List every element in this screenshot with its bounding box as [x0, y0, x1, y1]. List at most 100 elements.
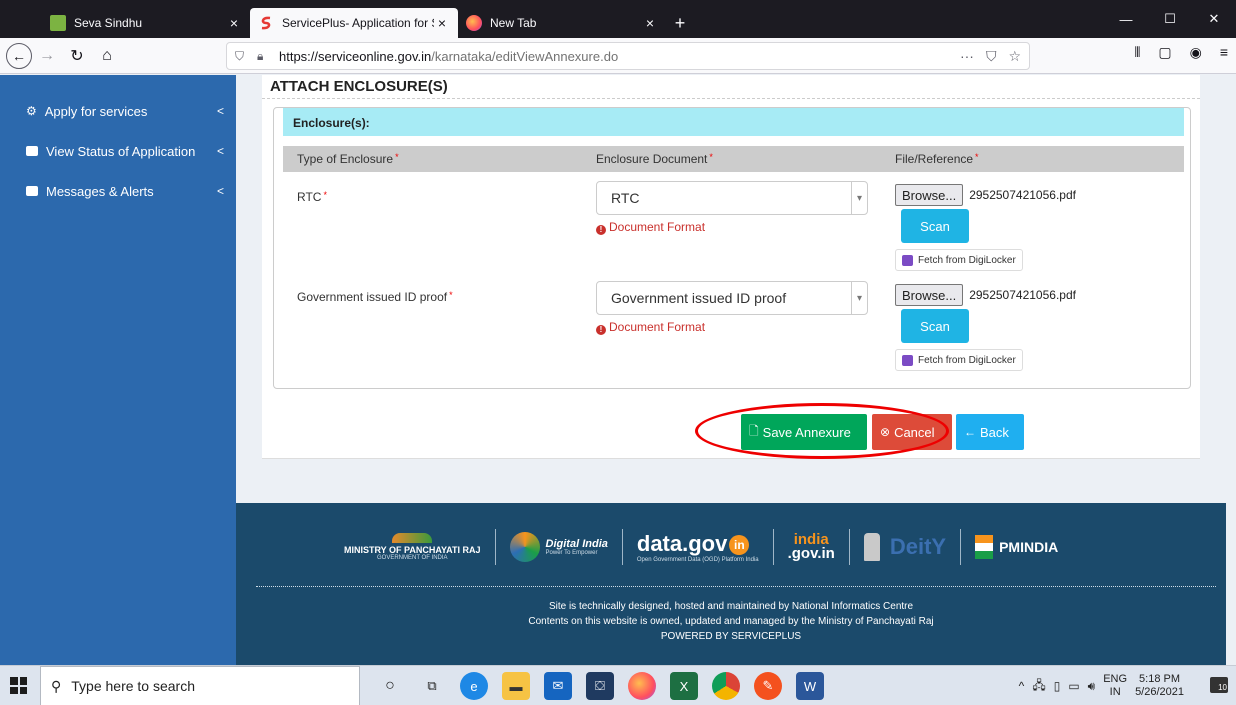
serviceplus-favicon-icon	[258, 15, 274, 31]
info-icon: !	[596, 325, 606, 335]
address-bar[interactable]: ⛉ 🔒︎ https://serviceonline.gov.in/karnat…	[226, 42, 1030, 70]
new-tab-button[interactable]: +	[666, 8, 694, 38]
file-explorer-icon[interactable]: ▬	[502, 672, 530, 700]
arrow-left-icon: ←	[964, 425, 976, 439]
scan-button[interactable]: Scan	[901, 209, 969, 243]
close-window-icon[interactable]: ✕	[1192, 0, 1236, 38]
taskbar-apps: ○ ⧉ e ▬ ✉ ⛋ X ✎ W	[376, 672, 824, 700]
home-icon[interactable]: ⌂	[92, 42, 122, 70]
highlight-annotation	[695, 403, 949, 459]
page-title: ATTACH ENCLOSURE(S)	[262, 75, 1200, 99]
fetch-digilocker-button[interactable]: Fetch from DigiLocker	[895, 249, 1023, 271]
clock[interactable]: 5:18 PM 5/26/2021	[1135, 673, 1184, 699]
file-input-rtc[interactable]: Browse... 2952507421056.pdf	[895, 184, 1076, 206]
sidebar-item-view-status[interactable]: View Status of Application <	[0, 131, 236, 171]
column-header-document: Enclosure Document *	[596, 152, 713, 166]
input-language[interactable]: ENG IN	[1103, 673, 1127, 699]
close-icon[interactable]: ×	[434, 15, 450, 31]
file-input-id-proof[interactable]: Browse... 2952507421056.pdf	[895, 284, 1076, 306]
network-icon[interactable]: 🖧︎	[1032, 676, 1045, 697]
tablet-icon[interactable]: ▯	[1054, 679, 1061, 693]
chevron-left-icon: <	[216, 104, 224, 118]
battery-icon[interactable]: ▭	[1068, 679, 1079, 693]
maximize-icon[interactable]: ☐	[1148, 0, 1192, 38]
partner-logos: MINISTRY OF PANCHAYATI RAJ GOVERNMENT OF…	[332, 523, 1172, 571]
bookmark-star-icon[interactable]: ☆	[1008, 48, 1021, 65]
library-icon[interactable]: ⫴	[1134, 44, 1140, 61]
panchayati-emblem-icon	[392, 533, 433, 543]
system-tray: ^ 🖧︎ ▯ ▭ 🔊︎ ENG IN 5:18 PM 5/26/2021	[1019, 672, 1184, 700]
tab-new-tab[interactable]: New Tab ×	[458, 8, 666, 38]
panchayati-raj-logo[interactable]: MINISTRY OF PANCHAYATI RAJ GOVERNMENT OF…	[332, 523, 493, 571]
attach-enclosure-panel: ATTACH ENCLOSURE(S) Enclosure(s): Type o…	[262, 75, 1200, 459]
tab-title: ServicePlus- Application for Se	[282, 16, 434, 30]
mail-icon[interactable]: ✉	[544, 672, 572, 700]
forward-arrow-icon[interactable]: →	[32, 42, 62, 70]
file-name: 2952507421056.pdf	[969, 188, 1076, 202]
national-emblem-icon	[863, 533, 880, 561]
enclosure-row-label-id-proof: Government issued ID proof *	[297, 290, 453, 304]
scan-button[interactable]: Scan	[901, 309, 969, 343]
edge-icon[interactable]: e	[460, 672, 488, 700]
tab-title: Seva Sindhu	[74, 16, 143, 30]
pen-app-icon[interactable]: ✎	[754, 672, 782, 700]
firefox-favicon-icon	[466, 15, 482, 31]
enclosure-document-select-id-proof[interactable]: Government issued ID proof ▾	[596, 281, 868, 315]
sidebar-toggle-icon[interactable]: ▢	[1158, 44, 1171, 61]
logo-divider	[494, 529, 496, 565]
pocket-icon[interactable]: ⛉	[986, 48, 997, 65]
column-header-type: Type of Enclosure *	[297, 152, 399, 166]
chevron-down-icon: ▾	[851, 282, 867, 314]
india-gov-logo[interactable]: india .gov.in	[776, 523, 847, 571]
document-format-link[interactable]: ! Document Format	[596, 320, 705, 335]
data-gov-logo[interactable]: data.gov in Open Government Data (OGD) Pl…	[625, 523, 771, 571]
cogs-icon: ⚙︎	[26, 104, 37, 118]
firefox-icon[interactable]	[628, 672, 656, 700]
chrome-icon[interactable]	[712, 672, 740, 700]
close-icon[interactable]: ×	[226, 15, 242, 31]
back-button[interactable]: ← Back	[956, 414, 1024, 450]
browse-button[interactable]: Browse...	[895, 284, 964, 306]
emblem-flag-icon	[975, 535, 994, 559]
close-icon[interactable]: ×	[642, 15, 658, 31]
seva-sindhu-favicon-icon	[50, 15, 66, 31]
pmindia-logo[interactable]: PMINDIA	[963, 523, 1070, 571]
shield-icon[interactable]: ⛉	[235, 49, 253, 64]
page-actions-icon[interactable]: ···	[960, 48, 974, 65]
account-icon[interactable]: ◉	[1190, 44, 1202, 61]
volume-icon[interactable]: 🔊︎	[1088, 679, 1096, 694]
excel-icon[interactable]: X	[670, 672, 698, 700]
sidebar-item-messages-alerts[interactable]: Messages & Alerts <	[0, 171, 236, 211]
browse-button[interactable]: Browse...	[895, 184, 964, 206]
notifications-icon[interactable]: 10	[1210, 677, 1228, 693]
logo-divider	[848, 529, 850, 565]
enclosure-table-header: Type of Enclosure * Enclosure Document * F…	[283, 146, 1184, 172]
taskbar-search-input[interactable]: ⚲ Type here to search	[40, 666, 360, 705]
store-icon[interactable]: ⛋	[586, 672, 614, 700]
sidebar-item-apply-for-services[interactable]: ⚙︎ Apply for services <	[0, 91, 236, 131]
chevron-up-icon[interactable]: ^	[1019, 679, 1025, 693]
minimize-icon[interactable]: —	[1104, 0, 1148, 38]
footer-divider	[256, 586, 1216, 587]
cortana-icon[interactable]: ○	[376, 672, 404, 700]
menu-icon[interactable]: ≡	[1220, 44, 1228, 61]
enclosure-document-select-rtc[interactable]: RTC ▾	[596, 181, 868, 215]
enclosure-box-title: Enclosure(s):	[283, 108, 1184, 136]
url-text[interactable]: https://serviceonline.gov.in/karnataka/e…	[279, 49, 960, 64]
deity-logo[interactable]: DeitY	[852, 523, 958, 571]
digilocker-icon	[902, 354, 913, 366]
task-view-icon[interactable]: ⧉	[418, 672, 446, 700]
enclosure-box: Enclosure(s): Type of Enclosure * Enclosu…	[273, 107, 1191, 389]
windows-start-icon[interactable]	[10, 677, 27, 694]
tab-seva-sindhu[interactable]: Seva Sindhu ×	[42, 8, 250, 38]
reload-icon[interactable]: ↻	[62, 42, 92, 70]
fetch-digilocker-button[interactable]: Fetch from DigiLocker	[895, 349, 1023, 371]
word-icon[interactable]: W	[796, 672, 824, 700]
back-arrow-icon[interactable]: ←	[6, 42, 32, 69]
document-format-link[interactable]: ! Document Format	[596, 220, 705, 235]
digital-india-logo[interactable]: Digital India Power To Empower	[498, 523, 620, 571]
tab-serviceplus[interactable]: ServicePlus- Application for Se ×	[250, 8, 458, 38]
main-content: ATTACH ENCLOSURE(S) Enclosure(s): Type o…	[236, 75, 1236, 665]
logo-divider	[772, 529, 774, 565]
lock-icon[interactable]: 🔒︎	[257, 49, 275, 64]
